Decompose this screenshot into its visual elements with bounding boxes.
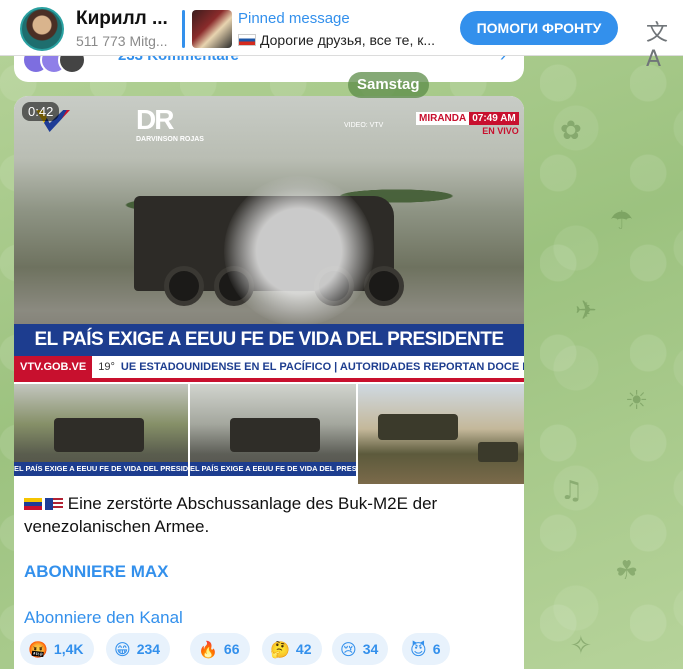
reaction-devil[interactable]: 😈 6 bbox=[402, 633, 451, 665]
flag-usa-icon bbox=[45, 498, 63, 510]
live-city: MIRANDA bbox=[416, 112, 470, 125]
video-headline: EL PAÍS EXIGE A EEUU FE DE VIDA DEL PRES… bbox=[14, 324, 524, 382]
live-time: 07:49 AM bbox=[469, 112, 519, 125]
reaction-count: 34 bbox=[362, 641, 379, 657]
channel-avatar[interactable] bbox=[20, 7, 64, 51]
video-credit: VIDEO: VTV bbox=[344, 122, 384, 129]
live-indicator: MIRANDA 07:49 AM EN VIVO bbox=[416, 108, 519, 136]
pinned-divider bbox=[182, 10, 185, 48]
vehicle bbox=[230, 418, 320, 452]
truck bbox=[478, 442, 518, 462]
subscribe-channel-link[interactable]: Abonniere den Kanal bbox=[24, 608, 183, 628]
reaction-count: 42 bbox=[295, 641, 312, 657]
ticker-site: VTV.GOB.VE bbox=[14, 356, 93, 378]
thumbnail-headline: EL PAÍS EXIGE A EEUU FE DE VIDA DEL PRES… bbox=[190, 462, 356, 476]
pinned-label[interactable]: Pinned message bbox=[238, 10, 350, 27]
dr-logo: DR DARVINSON ROJAS bbox=[136, 104, 204, 143]
thumbnail-3[interactable] bbox=[358, 384, 524, 484]
doodle-icon: ✿ bbox=[560, 116, 582, 146]
reaction-crying[interactable]: 😢 34 bbox=[332, 633, 389, 665]
ticker-temperature: 19° bbox=[98, 361, 115, 373]
fire-icon: 🔥 bbox=[198, 640, 218, 659]
reaction-thinking[interactable]: 🤔 42 bbox=[262, 633, 322, 665]
doodle-icon: ☂ bbox=[610, 206, 634, 236]
video-duration: 0:42 bbox=[22, 102, 60, 121]
doodle-icon: ✧ bbox=[570, 631, 592, 661]
live-label: EN VIVO bbox=[482, 126, 519, 136]
thumbnail-ticker bbox=[14, 476, 188, 484]
reactions-bar: 🤬 1,4K 😁 234 🔥 66 🤔 42 😢 34 😈 6 bbox=[20, 633, 520, 667]
help-front-button[interactable]: ПОМОГИ ФРОНТУ bbox=[460, 11, 618, 45]
media-thumbnails: EL PAÍS EXIGE A EEUU FE DE VIDA DEL PRES… bbox=[14, 384, 524, 484]
reaction-fire[interactable]: 🔥 66 bbox=[190, 633, 250, 665]
devil-face-icon: 😈 bbox=[410, 640, 427, 659]
reaction-grin[interactable]: 😁 234 bbox=[106, 633, 171, 665]
message-caption: Eine zerstörte Abschussanlage des Buk-M2… bbox=[24, 492, 514, 538]
chat-header: Кирилл ... 511 773 Mitg... Pinned messag… bbox=[0, 0, 683, 72]
doodle-icon: ☀ bbox=[625, 386, 649, 416]
reaction-count: 1,4K bbox=[53, 641, 84, 657]
dr-logo-text: DR bbox=[136, 104, 174, 135]
ticker-bar bbox=[14, 378, 524, 382]
pinned-thumbnail[interactable] bbox=[192, 10, 232, 48]
reaction-count: 66 bbox=[223, 641, 240, 657]
crying-face-icon: 😢 bbox=[340, 640, 357, 659]
message-bubble: 0:42 DR DARVINSON ROJAS VIDEO: VTV MIRAND… bbox=[14, 96, 524, 669]
thumbnail-ticker bbox=[190, 476, 356, 484]
subscriber-count: 511 773 Mitg... bbox=[76, 33, 168, 49]
flag-venezuela-icon bbox=[24, 498, 42, 510]
reaction-count: 234 bbox=[136, 641, 161, 657]
pinned-text[interactable]: Дорогие друзья, все те, к... bbox=[238, 32, 435, 48]
caption-text: Eine zerstörte Abschussanlage des Buk-M2… bbox=[24, 494, 438, 536]
date-separator: Samstag bbox=[348, 72, 429, 98]
subscribe-max-link[interactable]: ABONNIERE MAX bbox=[24, 562, 169, 582]
smoke bbox=[224, 176, 374, 326]
translate-icon[interactable]: 文A bbox=[646, 15, 683, 72]
doodle-icon: ✈ bbox=[575, 296, 597, 326]
reaction-angry[interactable]: 🤬 1,4K bbox=[20, 633, 94, 665]
doodle-icon: ♫ bbox=[560, 476, 584, 506]
reaction-count: 6 bbox=[432, 641, 441, 657]
vehicle bbox=[54, 418, 144, 452]
thinking-face-icon: 🤔 bbox=[270, 640, 290, 659]
ticker-news: UE ESTADOUNIDENSE EN EL PACÍFICO | AUTOR… bbox=[120, 361, 524, 373]
launcher-vehicle bbox=[378, 414, 458, 440]
wheel bbox=[164, 266, 204, 306]
grin-face-icon: 😁 bbox=[114, 640, 131, 659]
doodle-icon: ☘ bbox=[615, 556, 639, 586]
thumbnail-1[interactable]: EL PAÍS EXIGE A EEUU FE DE VIDA DEL PRES… bbox=[14, 384, 188, 484]
channel-title[interactable]: Кирилл ... bbox=[76, 8, 168, 30]
video-preview[interactable]: 0:42 DR DARVINSON ROJAS VIDEO: VTV MIRAND… bbox=[14, 96, 524, 382]
news-ticker: VTV.GOB.VE 19° UE ESTADOUNIDENSE EN EL PAC… bbox=[14, 356, 524, 378]
pinned-text-content: Дорогие друзья, все те, к... bbox=[260, 32, 436, 48]
flag-russia-icon bbox=[238, 34, 256, 46]
thumbnail-headline: EL PAÍS EXIGE A EEUU FE DE VIDA DEL PRES… bbox=[14, 462, 188, 476]
angry-face-icon: 🤬 bbox=[28, 640, 48, 659]
dr-logo-subtext: DARVINSON ROJAS bbox=[136, 136, 204, 143]
thumbnail-2[interactable]: EL PAÍS EXIGE A EEUU FE DE VIDA DEL PRES… bbox=[190, 384, 356, 484]
